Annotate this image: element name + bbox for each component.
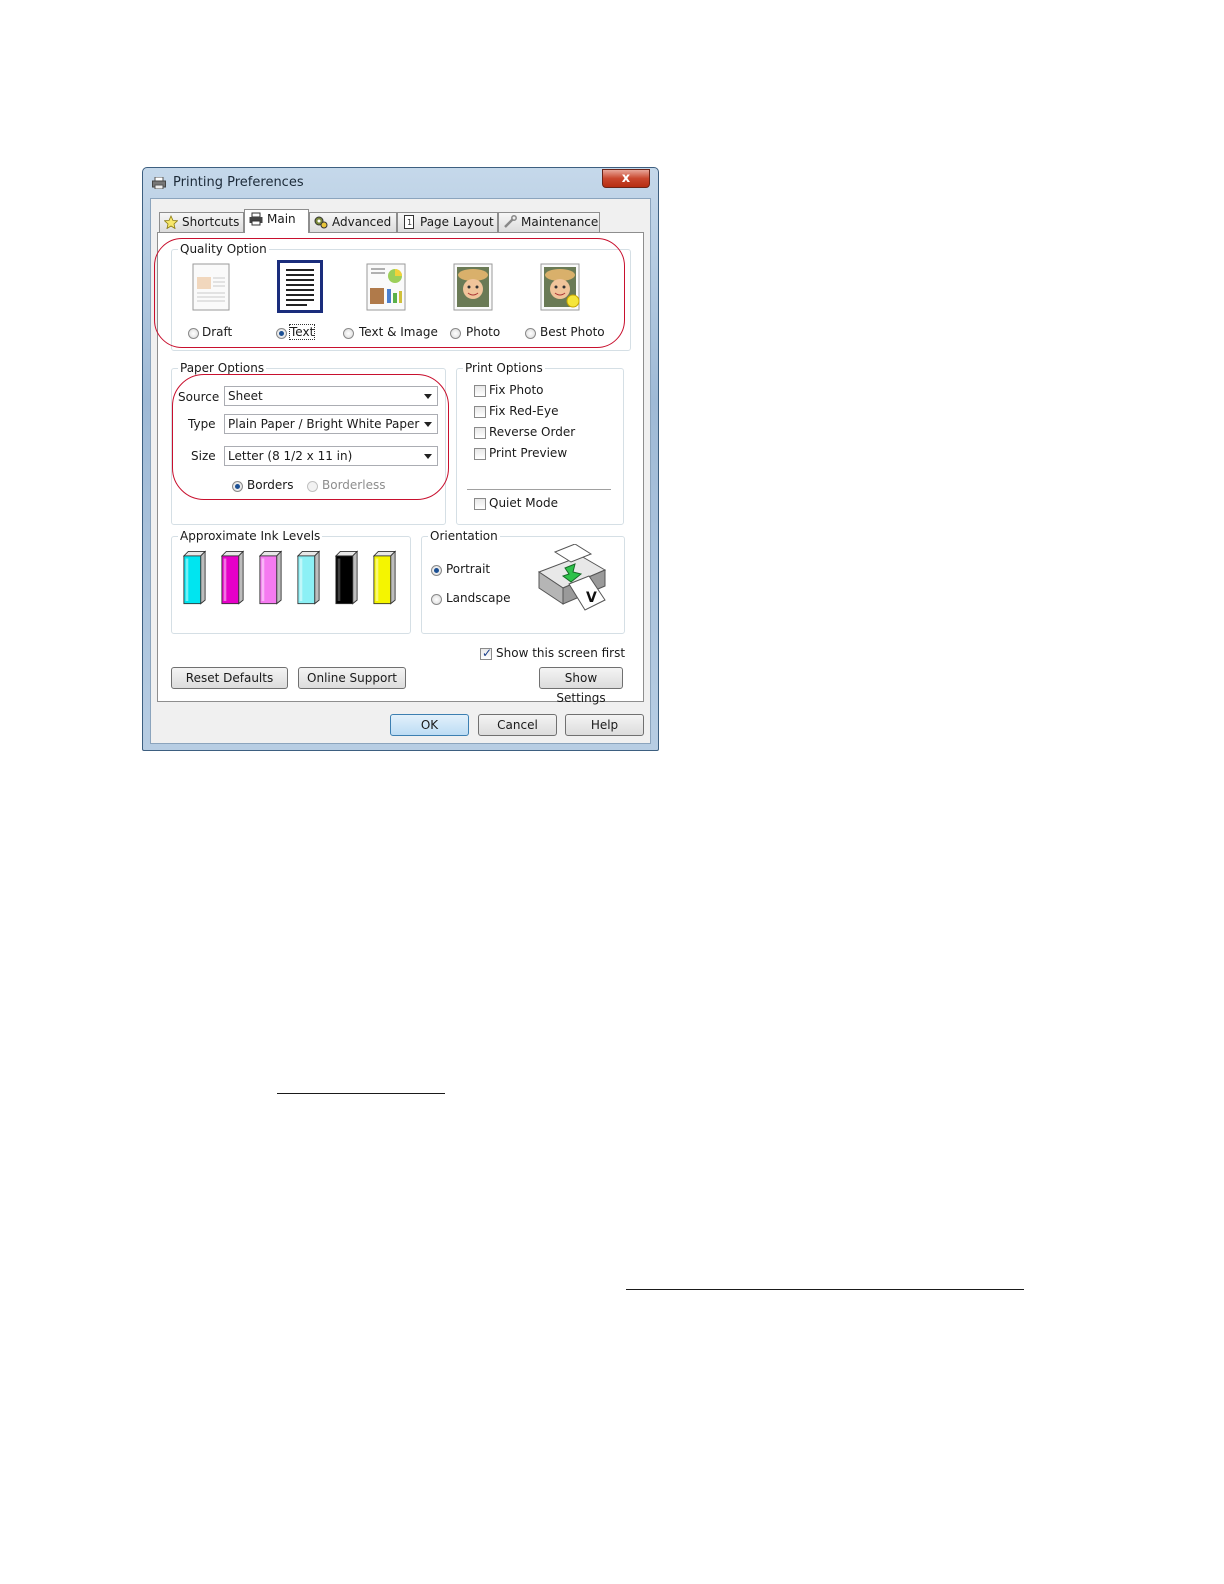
fix-photo-checkbox[interactable] xyxy=(474,385,486,397)
print-options-title: Print Options xyxy=(463,361,545,375)
star-icon xyxy=(164,215,178,229)
tab-main[interactable]: Main xyxy=(244,209,309,233)
orientation-title: Orientation xyxy=(428,529,500,543)
show-settings-button[interactable]: Show Settings xyxy=(539,667,623,705)
show-screen-first-label: Show this screen first xyxy=(496,646,626,660)
reverse-order-label: Reverse Order xyxy=(489,425,576,439)
link-underline xyxy=(277,1093,445,1094)
tab-advanced[interactable]: Advanced xyxy=(309,212,397,232)
gears-icon xyxy=(314,216,328,229)
title-bar[interactable]: Printing Preferences x xyxy=(143,168,658,198)
cancel-button[interactable]: Cancel xyxy=(478,714,557,736)
printer-icon xyxy=(152,177,166,189)
svg-text:1: 1 xyxy=(407,218,412,227)
quality-highlight-ring xyxy=(154,238,625,348)
paper-highlight-ring xyxy=(172,374,449,500)
paper-options-title: Paper Options xyxy=(178,361,267,375)
link-underline xyxy=(626,1289,1024,1290)
ink-cartridge xyxy=(373,550,396,605)
ink-cartridge xyxy=(297,550,320,605)
ink-levels-title: Approximate Ink Levels xyxy=(178,529,323,543)
print-preview-label: Print Preview xyxy=(489,446,568,460)
wrench-icon xyxy=(504,215,517,228)
portrait-radio[interactable] xyxy=(431,565,442,576)
page-icon: 1 xyxy=(404,215,414,229)
ink-cartridge xyxy=(183,550,206,605)
landscape-radio[interactable] xyxy=(431,594,442,605)
close-icon: x xyxy=(621,171,631,186)
tab-shortcuts[interactable]: Shortcuts xyxy=(159,212,244,232)
fix-photo-label: Fix Photo xyxy=(489,383,544,397)
printer-icon xyxy=(249,212,263,226)
show-screen-first-checkbox[interactable] xyxy=(480,646,492,660)
portrait-label: Portrait xyxy=(446,562,491,576)
ink-cartridge xyxy=(259,550,282,605)
ink-cartridge-row xyxy=(183,549,403,611)
quiet-mode-checkbox[interactable] xyxy=(474,498,486,510)
svg-text:V: V xyxy=(586,590,597,606)
dialog-client-area: Shortcuts Main Advanced 1 Page Layout Mai… xyxy=(150,198,651,744)
ink-cartridge xyxy=(335,550,358,605)
reset-defaults-button[interactable]: Reset Defaults xyxy=(171,667,288,689)
quiet-mode-label: Quiet Mode xyxy=(489,496,558,510)
print-options-divider xyxy=(467,489,611,490)
online-support-button[interactable]: Online Support xyxy=(298,667,406,689)
landscape-label: Landscape xyxy=(446,591,511,605)
printing-preferences-window: Printing Preferences x Shortcuts Main Ad… xyxy=(142,167,659,751)
printer-orientation-icon: V xyxy=(537,544,607,611)
tab-maintenance[interactable]: Maintenance xyxy=(498,212,600,232)
ink-cartridge xyxy=(221,550,244,605)
fix-red-eye-label: Fix Red-Eye xyxy=(489,404,559,418)
close-button[interactable]: x xyxy=(602,169,650,188)
print-preview-checkbox[interactable] xyxy=(474,448,486,460)
window-title: Printing Preferences xyxy=(173,175,304,190)
tab-page-layout[interactable]: 1 Page Layout xyxy=(397,212,498,232)
reverse-order-checkbox[interactable] xyxy=(474,427,486,439)
help-button[interactable]: Help xyxy=(565,714,644,736)
tab-panel-main: Quality Option Draft Text Text & Image P… xyxy=(154,232,644,705)
fix-red-eye-checkbox[interactable] xyxy=(474,406,486,418)
ok-button[interactable]: OK xyxy=(390,714,469,736)
